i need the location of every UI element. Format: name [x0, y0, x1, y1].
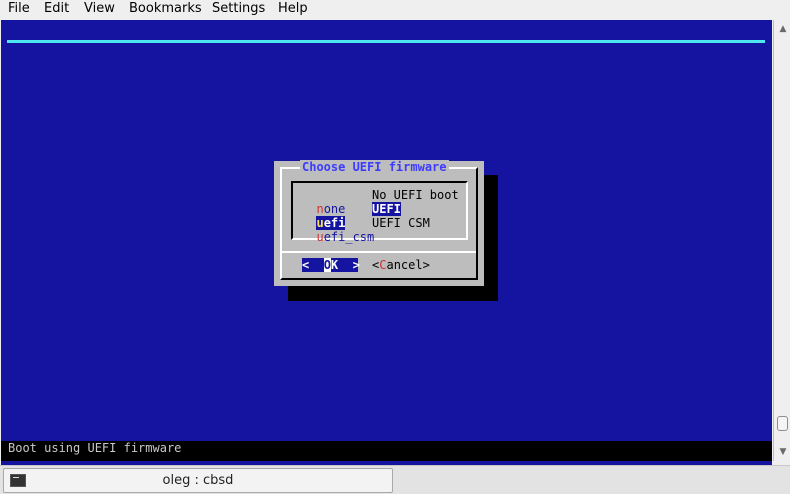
ok-button[interactable]: < OK > — [302, 258, 360, 272]
option-tag-rest: efi_csm — [323, 230, 375, 244]
cancel-label-rest: ancel> — [386, 258, 430, 272]
option-none[interactable]: none — [302, 188, 345, 216]
scroll-thumb[interactable] — [777, 416, 788, 431]
option-description[interactable]: UEFI CSM — [372, 216, 430, 230]
menu-settings[interactable]: Settings — [212, 1, 265, 16]
dialog-title: Choose UEFI firmware — [300, 160, 449, 174]
option-description[interactable]: No UEFI boot — [372, 188, 459, 202]
option-description[interactable]: UEFI — [372, 202, 401, 216]
menu-help[interactable]: Help — [278, 1, 308, 16]
option-uefi-csm[interactable]: uefi_csm — [302, 216, 374, 244]
task-label: oleg : cbsd — [162, 473, 234, 488]
taskbar-task[interactable]: oleg : cbsd — [3, 468, 393, 493]
button-separator — [282, 251, 476, 253]
taskbar: oleg : cbsd — [0, 465, 790, 494]
option-hotkey: u — [316, 230, 324, 244]
menu-file[interactable]: File — [8, 1, 30, 16]
status-line: Boot using UEFI firmware — [1, 441, 772, 461]
menu-bar: File Edit View Bookmarks Settings Help — [0, 0, 790, 19]
backtitle-line — [7, 40, 765, 43]
scrollbar[interactable]: ▲ ▼ — [773, 20, 790, 461]
cancel-button[interactable]: <Cancel> — [372, 258, 430, 272]
menu-edit[interactable]: Edit — [44, 1, 69, 16]
option-tag: uefi_csm — [316, 230, 374, 244]
status-text: Boot using UEFI firmware — [8, 441, 182, 455]
ok-bracket-left: < — [302, 258, 324, 272]
ok-label-rest: K > — [330, 258, 360, 272]
option-uefi[interactable]: uefi — [302, 202, 346, 230]
scroll-down-icon[interactable]: ▼ — [778, 447, 788, 457]
menu-view[interactable]: View — [84, 1, 115, 16]
ok-hotkey: O — [323, 258, 331, 272]
scroll-up-icon[interactable]: ▲ — [778, 24, 788, 34]
menu-bookmarks[interactable]: Bookmarks — [129, 1, 202, 16]
